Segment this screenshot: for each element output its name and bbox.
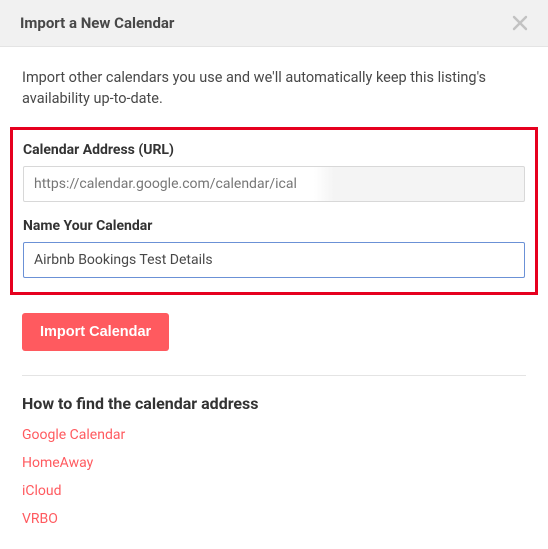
help-heading: How to find the calendar address (22, 394, 526, 413)
calendar-url-input[interactable] (23, 166, 525, 202)
help-link-google-calendar[interactable]: Google Calendar (22, 427, 526, 443)
modal-body: Import other calendars you use and we'll… (0, 47, 548, 549)
intro-text: Import other calendars you use and we'll… (22, 67, 526, 109)
modal-header: Import a New Calendar (0, 0, 548, 47)
modal-title: Import a New Calendar (20, 14, 174, 32)
form-highlight-box: Calendar Address (URL) Name Your Calenda… (10, 127, 538, 295)
calendar-name-label: Name Your Calendar (23, 218, 525, 234)
close-icon[interactable] (512, 15, 528, 31)
divider (22, 375, 526, 376)
import-calendar-button[interactable]: Import Calendar (22, 313, 169, 351)
help-link-homeaway[interactable]: HomeAway (22, 455, 526, 471)
help-link-icloud[interactable]: iCloud (22, 483, 526, 499)
help-link-vrbo[interactable]: VRBO (22, 511, 526, 527)
calendar-name-input[interactable] (23, 242, 525, 278)
calendar-url-label: Calendar Address (URL) (23, 142, 525, 158)
